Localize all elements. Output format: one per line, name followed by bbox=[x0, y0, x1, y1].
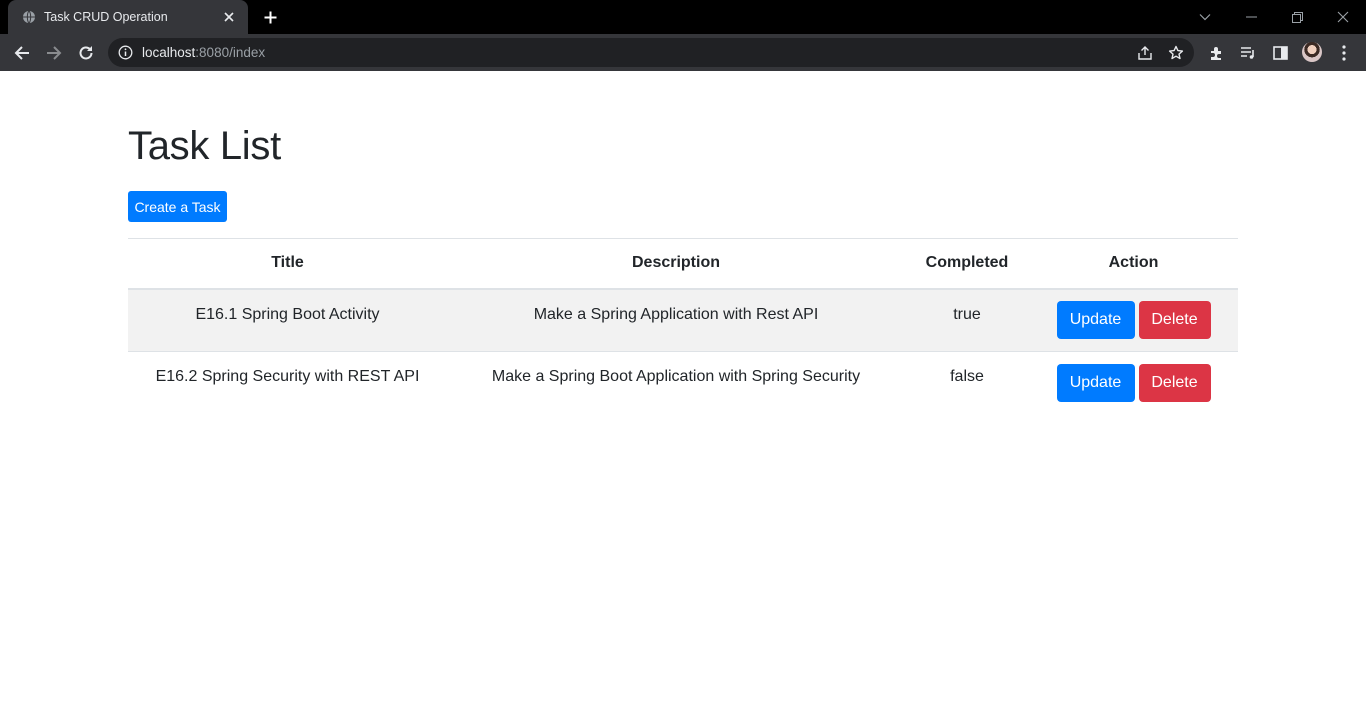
plus-icon[interactable] bbox=[260, 7, 280, 27]
media-queue-icon[interactable] bbox=[1237, 42, 1259, 64]
share-icon[interactable] bbox=[1135, 43, 1155, 63]
minimize-icon[interactable] bbox=[1241, 7, 1261, 27]
url-text[interactable]: localhost:8080/index bbox=[142, 45, 265, 60]
create-task-button[interactable]: Create a Task bbox=[128, 191, 227, 222]
task-title-cell: E16.2 Spring Security with REST API bbox=[155, 368, 420, 385]
reload-icon[interactable] bbox=[75, 42, 97, 64]
page-title: Task List bbox=[128, 124, 281, 168]
back-arrow-icon[interactable] bbox=[11, 42, 33, 64]
table-row: E16.2 Spring Security with REST API Make… bbox=[128, 352, 1238, 415]
browser-tab[interactable]: Task CRUD Operation bbox=[8, 0, 248, 34]
task-completed-cell: false bbox=[950, 368, 984, 385]
delete-button[interactable]: Delete bbox=[1138, 364, 1211, 403]
star-icon[interactable] bbox=[1166, 43, 1186, 63]
task-table: Title Description Completed Action E16.1… bbox=[128, 238, 1238, 415]
task-description-cell: Make a Spring Boot Application with Spri… bbox=[491, 368, 861, 385]
task-action-cell: Update Delete bbox=[1029, 352, 1238, 415]
task-action-cell: Update Delete bbox=[1029, 289, 1238, 352]
address-bar[interactable]: localhost:8080/index bbox=[108, 38, 1194, 67]
kebab-menu-icon[interactable] bbox=[1333, 42, 1355, 64]
column-header-description: Description bbox=[631, 254, 720, 272]
restore-icon[interactable] bbox=[1287, 7, 1307, 27]
update-button[interactable]: Update bbox=[1056, 301, 1135, 340]
url-host: localhost bbox=[142, 45, 196, 60]
tab-title: Task CRUD Operation bbox=[44, 10, 168, 24]
chevron-down-icon[interactable] bbox=[1195, 7, 1215, 27]
task-completed-cell: true bbox=[953, 305, 981, 323]
side-panel-icon[interactable] bbox=[1269, 42, 1291, 64]
update-button[interactable]: Update bbox=[1056, 364, 1135, 403]
table-header-row: Title Description Completed Action bbox=[128, 238, 1238, 289]
info-icon[interactable] bbox=[118, 45, 133, 60]
profile-avatar[interactable] bbox=[1302, 42, 1322, 62]
url-path: :8080/index bbox=[195, 45, 266, 60]
window-close-icon[interactable] bbox=[1333, 7, 1353, 27]
tab-strip: Task CRUD Operation bbox=[0, 0, 1366, 34]
extensions-icon[interactable] bbox=[1205, 42, 1227, 64]
column-header-completed: Completed bbox=[925, 254, 1009, 272]
forward-arrow-icon[interactable] bbox=[43, 42, 65, 64]
table-row: E16.1 Spring Boot Activity Make a Spring… bbox=[128, 288, 1238, 352]
delete-button[interactable]: Delete bbox=[1138, 301, 1211, 340]
globe-icon bbox=[22, 10, 36, 24]
column-header-action: Action bbox=[1108, 254, 1159, 272]
close-icon[interactable] bbox=[220, 8, 238, 26]
task-description-cell: Make a Spring Application with Rest API bbox=[533, 305, 819, 323]
column-header-title: Title bbox=[271, 254, 304, 272]
task-title-cell: E16.1 Spring Boot Activity bbox=[195, 305, 380, 323]
